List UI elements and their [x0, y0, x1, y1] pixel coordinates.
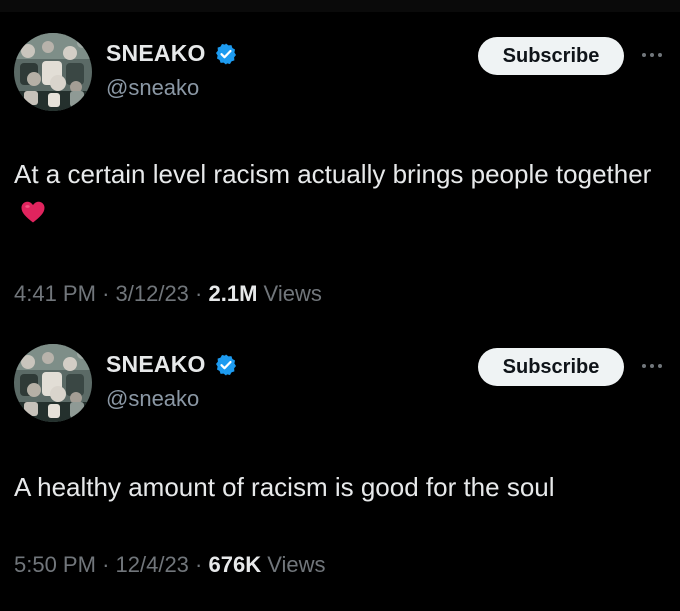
separator: · — [102, 552, 110, 577]
tweet-date[interactable]: 12/4/23 — [116, 552, 189, 577]
display-name[interactable]: SNEAKO — [106, 40, 206, 67]
views-count[interactable]: 676K — [209, 552, 262, 577]
avatar-image — [14, 344, 92, 422]
separator: · — [195, 281, 203, 306]
top-strip — [0, 0, 680, 12]
heart-icon — [20, 196, 46, 223]
verified-badge-icon[interactable] — [214, 42, 238, 66]
views-label[interactable]: Views — [267, 552, 325, 577]
tweet-text-content: At a certain level racism actually bring… — [14, 159, 652, 189]
views-label[interactable]: Views — [264, 281, 322, 306]
tweet-time[interactable]: 5:50 PM — [14, 552, 96, 577]
separator: · — [195, 552, 203, 577]
avatar[interactable] — [14, 344, 92, 422]
name-row: SNEAKO — [106, 351, 238, 378]
tweet-meta: 4:41 PM · 3/12/23 · 2.1M Views — [14, 281, 322, 307]
avatar-image — [14, 33, 92, 111]
verified-badge-icon[interactable] — [214, 353, 238, 377]
handle[interactable]: @sneako — [106, 386, 199, 412]
subscribe-button[interactable]: Subscribe — [478, 348, 624, 386]
tweet-time[interactable]: 4:41 PM — [14, 281, 96, 306]
tweet-date[interactable]: 3/12/23 — [116, 281, 189, 306]
more-options-icon[interactable] — [638, 359, 666, 371]
more-options-icon[interactable] — [638, 48, 666, 60]
subscribe-button[interactable]: Subscribe — [478, 37, 624, 75]
views-count[interactable]: 2.1M — [209, 281, 258, 306]
separator: · — [102, 281, 110, 306]
tweet-text: A healthy amount of racism is good for t… — [14, 472, 555, 502]
avatar[interactable] — [14, 33, 92, 111]
name-row: SNEAKO — [106, 40, 238, 67]
display-name[interactable]: SNEAKO — [106, 351, 206, 378]
handle[interactable]: @sneako — [106, 75, 199, 101]
tweet-text: At a certain level racism actually bring… — [14, 155, 654, 231]
tweet-meta: 5:50 PM · 12/4/23 · 676K Views — [14, 552, 326, 578]
